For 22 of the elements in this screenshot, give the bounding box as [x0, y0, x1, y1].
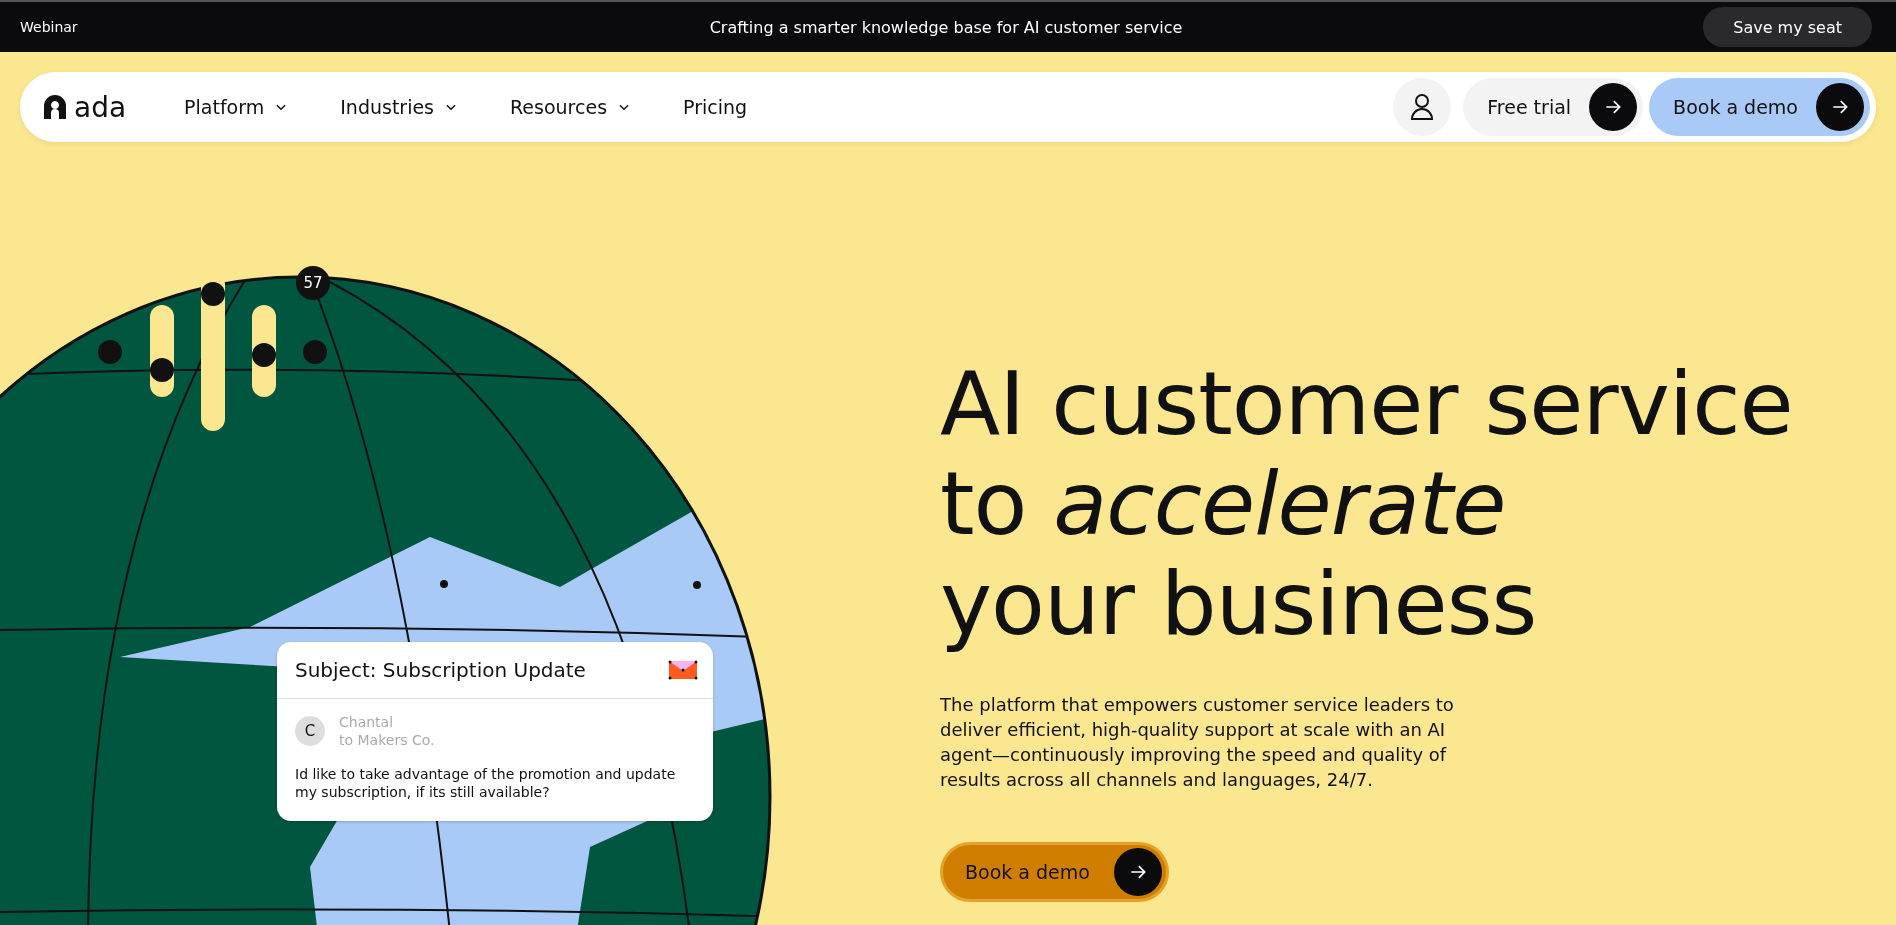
avatar: C [295, 716, 325, 746]
email-subject: Subject: Subscription Update [295, 658, 586, 682]
count-badge: 57 [296, 266, 330, 300]
email-body: Id like to take advantage of the promotion and update my subscription, if its still available? [295, 765, 677, 801]
envelope-icon [668, 660, 698, 680]
logo-link[interactable]: ada [44, 90, 127, 124]
user-icon [1410, 94, 1435, 120]
hero-headline: AI customer service to accelerate your business [940, 354, 1793, 654]
sender-name: Chantal [339, 713, 395, 731]
webinar-label: Webinar [20, 19, 79, 35]
nav-link[interactable]: Industries [340, 96, 458, 118]
hero-description: The platform that empowers customer service leaders to deliver efficient, high-quality support at scale with an AI agent—continuously improving the speed and quality of results across all channels and languages, 24/7. [940, 693, 1455, 792]
nav-link[interactable]: Platform [184, 96, 289, 118]
book-demo-button[interactable]: Book a demo [1649, 78, 1870, 136]
nav-link[interactable]: Resources [510, 96, 632, 118]
save-seat-button[interactable]: Save my seat [1703, 7, 1872, 47]
recipient-text: to Makers Co. [339, 731, 435, 749]
logo-icon [44, 95, 66, 119]
announcement-text: Crafting a smarter knowledge base for AI customer service [709, 17, 1183, 37]
nav-link[interactable]: Pricing [683, 96, 748, 118]
book-demo-button[interactable]: Book a demo [940, 842, 1169, 902]
free-trial-button[interactable]: Free trial [1463, 78, 1644, 136]
